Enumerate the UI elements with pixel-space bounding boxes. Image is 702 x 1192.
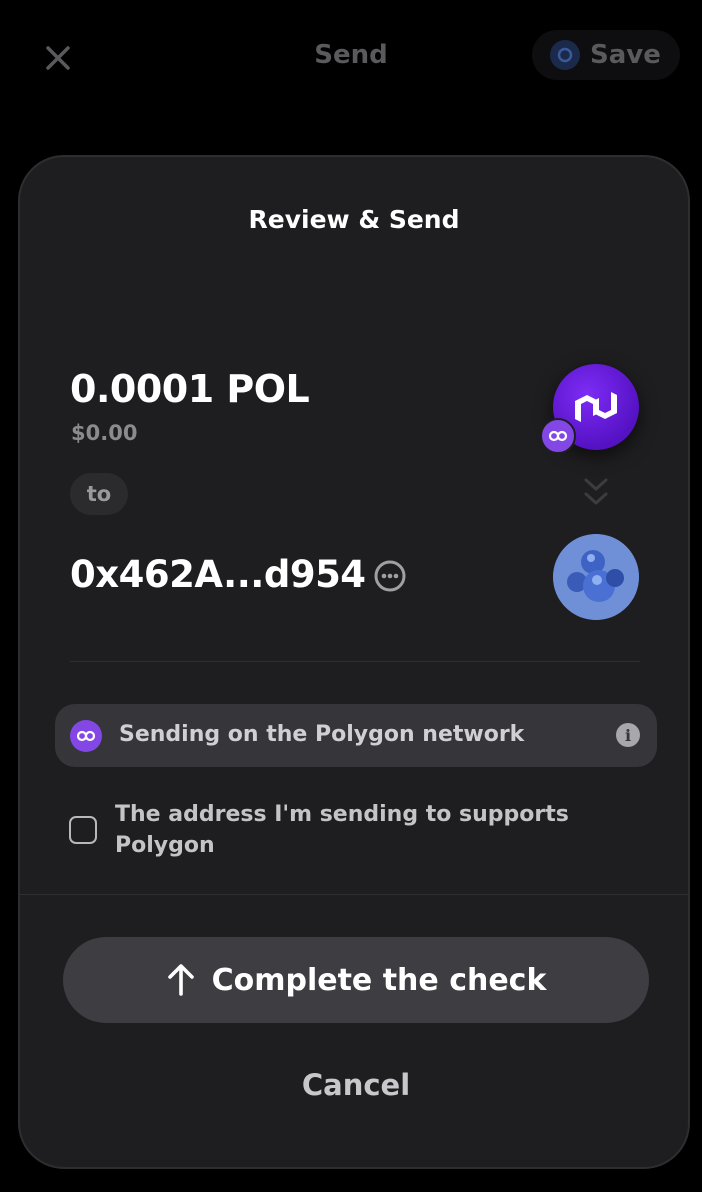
- double-chevron-down-icon: [584, 478, 608, 505]
- complete-check-label: Complete the check: [211, 962, 547, 998]
- send-amount: 0.0001 POL: [70, 367, 310, 411]
- polygon-network-icon: [70, 720, 102, 752]
- cancel-button[interactable]: Cancel: [256, 1055, 456, 1115]
- complete-check-button[interactable]: Complete the check: [63, 937, 649, 1023]
- more-options-icon[interactable]: [374, 560, 406, 592]
- polygon-chain-badge-icon: [540, 418, 576, 454]
- footer-divider: [20, 894, 688, 895]
- background-header: Send Save: [0, 0, 702, 120]
- network-notice-text: Sending on the Polygon network: [119, 722, 525, 747]
- confirm-address-label[interactable]: The address I'm sending to supports Poly…: [115, 799, 585, 861]
- review-send-sheet: Review & Send 0.0001 POL $0.00 to 0x462A…: [18, 155, 690, 1169]
- section-divider: [70, 661, 640, 662]
- recipient-avatar: [553, 534, 639, 620]
- arrow-up-icon: [167, 964, 194, 996]
- save-button[interactable]: Save: [532, 30, 680, 80]
- save-badge-icon: [550, 40, 580, 70]
- send-screen: Send Save Review & Send 0.0001 POL $0.00: [0, 0, 702, 1192]
- to-label: to: [70, 473, 128, 515]
- confirm-address-checkbox[interactable]: [69, 816, 97, 844]
- sheet-title: Review & Send: [248, 205, 460, 234]
- fiat-value: $0.00: [71, 421, 138, 445]
- save-label: Save: [590, 40, 661, 70]
- info-icon[interactable]: i: [616, 723, 640, 747]
- network-notice[interactable]: Sending on the Polygon network i: [55, 704, 657, 767]
- recipient-address: 0x462A...d954: [70, 553, 366, 596]
